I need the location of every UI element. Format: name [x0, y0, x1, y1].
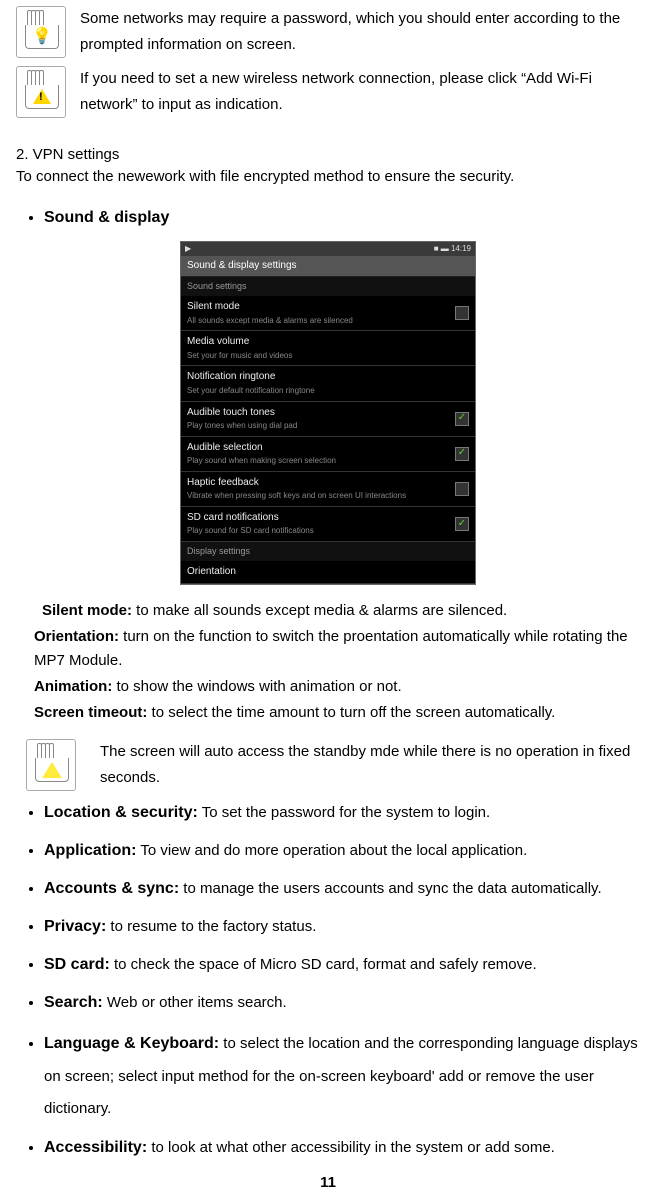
- note-password: 💡 Some networks may require a password, …: [16, 6, 640, 58]
- status-right: ■ ▬ 14:19: [434, 243, 471, 255]
- settings-bullets: Location & security: To set the password…: [16, 799, 640, 1162]
- list-item: Privacy: to resume to the factory status…: [44, 913, 640, 941]
- hand-eye-icon: [26, 739, 76, 791]
- vpn-text: To connect the newework with file encryp…: [16, 166, 640, 188]
- checkbox-icon: ✓: [455, 447, 469, 461]
- list-item: SD card: to check the space of Micro SD …: [44, 951, 640, 979]
- checkbox-icon: ✓: [455, 517, 469, 531]
- setting-row: SD card notificationsPlay sound for SD c…: [181, 507, 475, 542]
- note-standby: The screen will auto access the standby …: [16, 739, 640, 791]
- def-silent: Silent mode: to make all sounds except m…: [34, 599, 640, 623]
- setting-row: Notification ringtoneSet your default no…: [181, 366, 475, 401]
- setting-row: Media volumeSet your for music and video…: [181, 331, 475, 366]
- screen-title: Sound & display settings: [181, 256, 475, 278]
- note-text: Some networks may require a password, wh…: [80, 6, 640, 57]
- list-item: Language & Keyboard: to select the locat…: [44, 1027, 640, 1124]
- hand-bulb-icon: 💡: [16, 6, 66, 58]
- vpn-heading: 2. VPN settings: [16, 144, 640, 166]
- def-timeout: Screen timeout: to select the time amoun…: [34, 701, 640, 725]
- checkbox-icon: [455, 306, 469, 320]
- section-header: Sound settings: [181, 277, 475, 296]
- vpn-section: 2. VPN settings To connect the newework …: [16, 144, 640, 188]
- status-left-icon: ▶: [185, 243, 191, 255]
- page-number: 11: [16, 1172, 640, 1194]
- note-addwifi: If you need to set a new wireless networ…: [16, 66, 640, 118]
- setting-row: Orientation: [181, 561, 475, 585]
- sound-display-item: Sound & display: [44, 206, 640, 229]
- list-item: Application: To view and do more operati…: [44, 837, 640, 865]
- list-item: Accounts & sync: to manage the users acc…: [44, 875, 640, 903]
- setting-row: Haptic feedbackVibrate when pressing sof…: [181, 472, 475, 507]
- definitions: Silent mode: to make all sounds except m…: [16, 599, 640, 725]
- list-item: Accessibility: to look at what other acc…: [44, 1134, 640, 1162]
- list-item: Location & security: To set the password…: [44, 799, 640, 827]
- note-text: If you need to set a new wireless networ…: [80, 66, 640, 117]
- sound-display-heading: Sound & display: [44, 209, 169, 226]
- checkbox-icon: [455, 482, 469, 496]
- hand-warn-icon: [16, 66, 66, 118]
- setting-row: Silent modeAll sounds except media & ala…: [181, 296, 475, 331]
- def-animation: Animation: to show the windows with anim…: [34, 675, 640, 699]
- checkbox-icon: ✓: [455, 412, 469, 426]
- device-screenshot: ▶ ■ ▬ 14:19 Sound & display settings Sou…: [180, 241, 476, 586]
- setting-row: Audible selectionPlay sound when making …: [181, 437, 475, 472]
- setting-row: Audible touch tonesPlay tones when using…: [181, 402, 475, 437]
- def-orientation: Orientation: turn on the function to swi…: [34, 625, 640, 673]
- section-header: Display settings: [181, 542, 475, 561]
- sound-display-list: Sound & display: [16, 206, 640, 229]
- status-bar: ▶ ■ ▬ 14:19: [181, 242, 475, 256]
- list-item: Search: Web or other items search.: [44, 989, 640, 1017]
- note-text: The screen will auto access the standby …: [90, 739, 640, 790]
